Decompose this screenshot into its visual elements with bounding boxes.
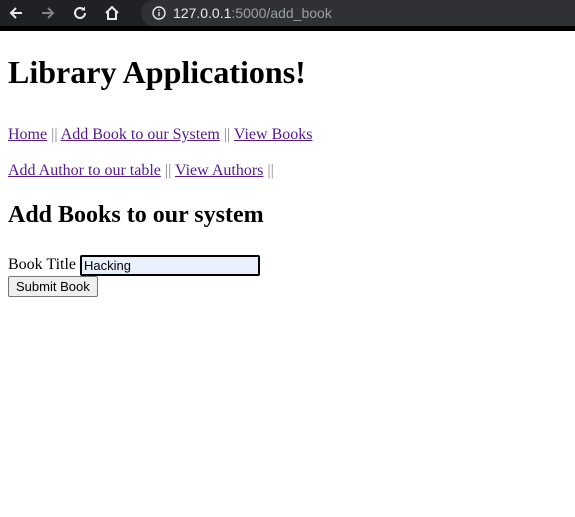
home-icon <box>105 5 119 20</box>
book-title-label: Book Title <box>8 256 77 273</box>
url-text[interactable]: 127.0.0.1:5000/add_book <box>173 5 332 21</box>
url-host: 127.0.0.1 <box>173 5 232 21</box>
back-arrow-icon <box>9 7 22 19</box>
page-content: Library Applications! Home || Add Book t… <box>0 54 575 297</box>
forward-arrow-icon <box>42 7 55 19</box>
page-title: Library Applications! <box>8 54 306 90</box>
section-heading: Add Books to our system <box>8 202 264 228</box>
browser-toolbar: 127.0.0.1:5000/add_book <box>0 0 575 31</box>
nav-link-add-book[interactable]: Add Book to our System <box>61 126 220 143</box>
nav-link-add-author[interactable]: Add Author to our table <box>8 162 161 179</box>
submit-book-button[interactable]: Submit Book <box>8 276 98 297</box>
nav-separator: || <box>267 162 274 179</box>
nav-line-2: Add Author to our table || View Authors … <box>8 161 567 180</box>
home-button[interactable] <box>96 0 128 26</box>
nav-link-view-books[interactable]: View Books <box>234 126 313 143</box>
url-path: :5000/add_book <box>231 5 332 21</box>
book-title-input[interactable] <box>80 254 261 276</box>
info-icon[interactable] <box>152 6 166 20</box>
nav-line-1: Home || Add Book to our System || View B… <box>8 125 567 144</box>
address-bar[interactable]: 127.0.0.1:5000/add_book <box>141 0 575 26</box>
reload-icon <box>74 6 86 19</box>
nav-separator: || <box>223 126 231 143</box>
nav-link-view-authors[interactable]: View Authors <box>175 162 263 179</box>
add-book-form: Book Title Submit Book <box>8 254 567 297</box>
nav-link-home[interactable]: Home <box>8 126 47 143</box>
forward-button[interactable] <box>32 0 64 26</box>
nav-separator: || <box>164 162 172 179</box>
reload-button[interactable] <box>64 0 96 26</box>
nav-separator: || <box>51 126 58 143</box>
back-button[interactable] <box>0 0 32 26</box>
